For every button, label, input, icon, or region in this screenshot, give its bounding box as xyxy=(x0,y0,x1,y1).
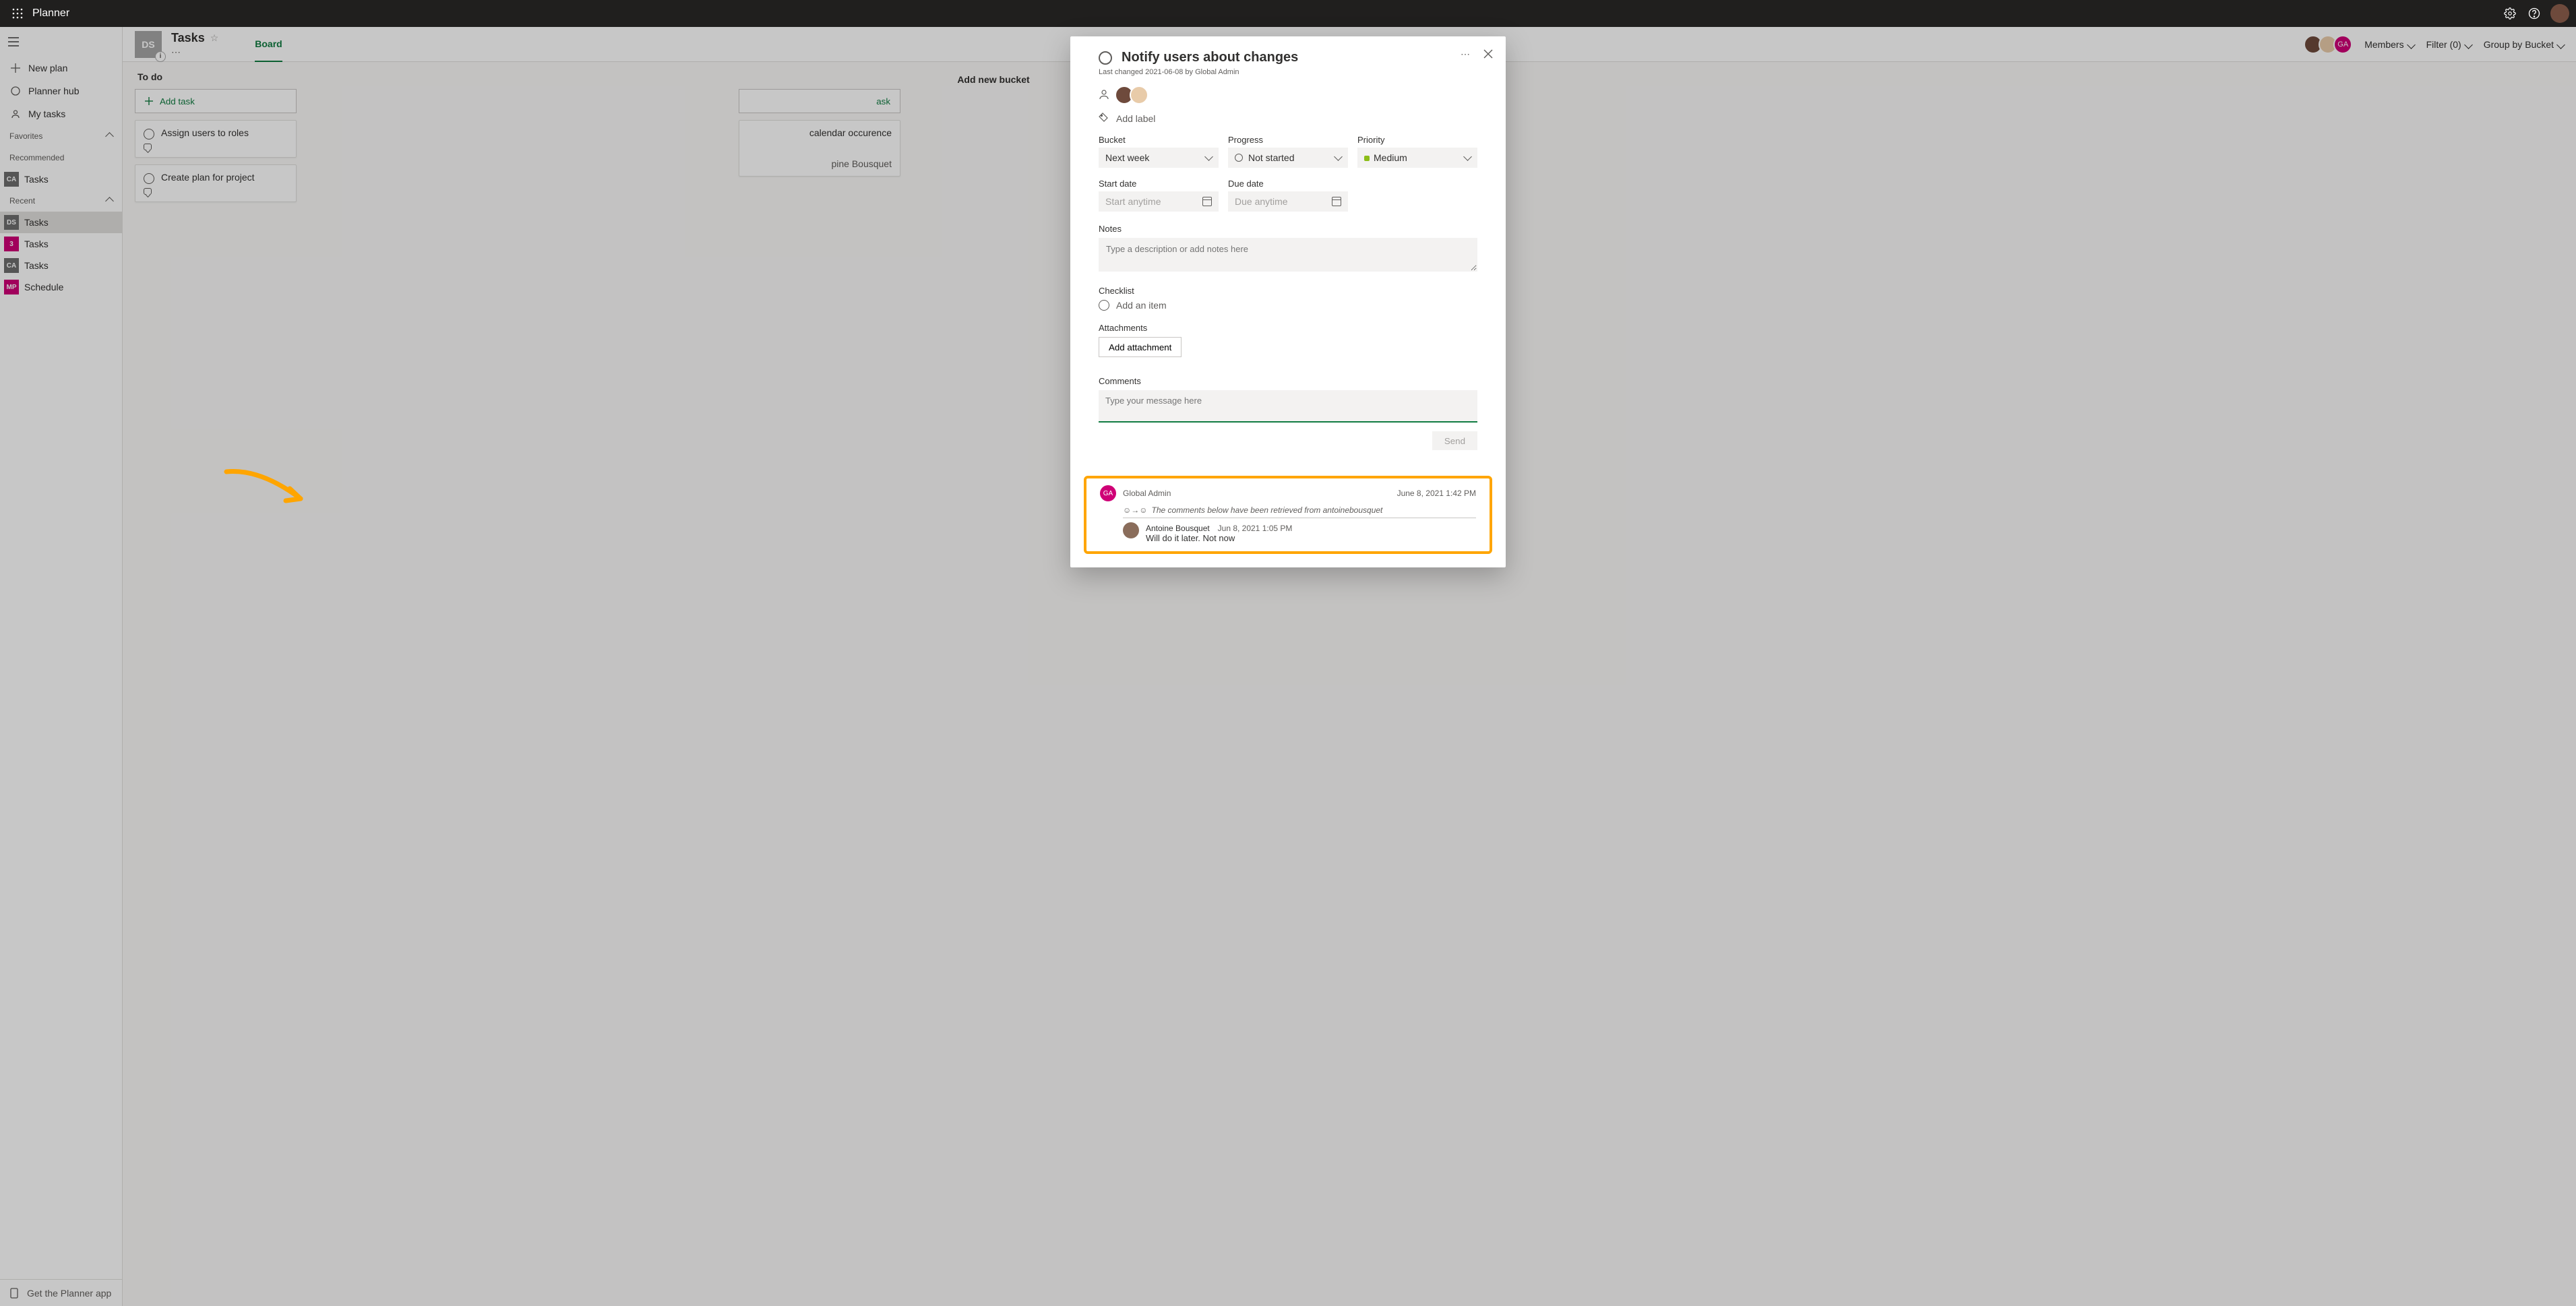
circle-icon xyxy=(1099,300,1109,311)
last-changed-text: Last changed 2021-06-08 by Global Admin xyxy=(1099,68,1477,76)
sync-icon: ☺→☺ xyxy=(1123,505,1148,515)
calendar-icon xyxy=(1332,197,1341,206)
priority-label: Priority xyxy=(1357,135,1477,145)
settings-icon[interactable] xyxy=(2498,1,2522,26)
app-launcher-icon[interactable] xyxy=(7,3,28,24)
add-label-button[interactable]: Add label xyxy=(1099,113,1477,124)
comments-label: Comments xyxy=(1099,376,1477,386)
user-avatar[interactable] xyxy=(2550,4,2569,23)
sub-comment-text: Will do it later. Not now xyxy=(1146,533,1292,543)
bucket-dropdown[interactable]: Next week xyxy=(1099,148,1219,168)
task-title[interactable]: Notify users about changes xyxy=(1122,50,1298,65)
sub-comment-date: Jun 8, 2021 1:05 PM xyxy=(1218,524,1293,533)
comments-thread: GA Global Admin June 8, 2021 1:42 PM ☺→☺… xyxy=(1084,476,1492,554)
assign-icon xyxy=(1099,89,1109,102)
close-icon[interactable] xyxy=(1480,46,1496,62)
complete-checkbox[interactable] xyxy=(1099,51,1112,65)
checklist-label: Checklist xyxy=(1099,286,1477,296)
due-date-input[interactable]: Due anytime xyxy=(1228,191,1348,212)
task-modal: ⋯ Notify users about changes Last change… xyxy=(1070,36,1506,567)
chevron-down-icon xyxy=(1335,154,1341,162)
calendar-icon xyxy=(1202,197,1212,206)
comment-author: Global Admin xyxy=(1123,489,1171,498)
not-started-icon xyxy=(1235,154,1243,162)
comment-date: June 8, 2021 1:42 PM xyxy=(1397,489,1476,498)
priority-medium-icon xyxy=(1364,156,1370,161)
progress-label: Progress xyxy=(1228,135,1348,145)
assignees-row[interactable] xyxy=(1099,86,1477,104)
checklist-add-button[interactable]: Add an item xyxy=(1099,300,1477,311)
attachments-label: Attachments xyxy=(1099,323,1477,333)
add-attachment-button[interactable]: Add attachment xyxy=(1099,337,1182,357)
chevron-down-icon xyxy=(1206,154,1212,162)
notes-textarea[interactable] xyxy=(1099,238,1477,272)
author-badge: GA xyxy=(1100,485,1116,501)
app-name: Planner xyxy=(32,7,69,20)
due-date-label: Due date xyxy=(1228,179,1348,189)
chevron-down-icon xyxy=(1465,154,1471,162)
sub-comment-author: Antoine Bousquet xyxy=(1146,524,1210,533)
more-icon[interactable]: ⋯ xyxy=(1457,46,1473,62)
priority-dropdown[interactable]: Medium xyxy=(1357,148,1477,168)
retrieved-text: The comments below have been retrieved f… xyxy=(1152,505,1383,515)
comment-textarea[interactable] xyxy=(1099,390,1477,423)
notes-label: Notes xyxy=(1099,224,1477,234)
progress-dropdown[interactable]: Not started xyxy=(1228,148,1348,168)
start-date-label: Start date xyxy=(1099,179,1219,189)
tag-icon xyxy=(1099,113,1108,124)
sub-comment-avatar xyxy=(1123,522,1139,538)
send-button[interactable]: Send xyxy=(1432,431,1477,450)
start-date-input[interactable]: Start anytime xyxy=(1099,191,1219,212)
top-bar: Planner xyxy=(0,0,2576,27)
bucket-label: Bucket xyxy=(1099,135,1219,145)
help-icon[interactable] xyxy=(2522,1,2546,26)
